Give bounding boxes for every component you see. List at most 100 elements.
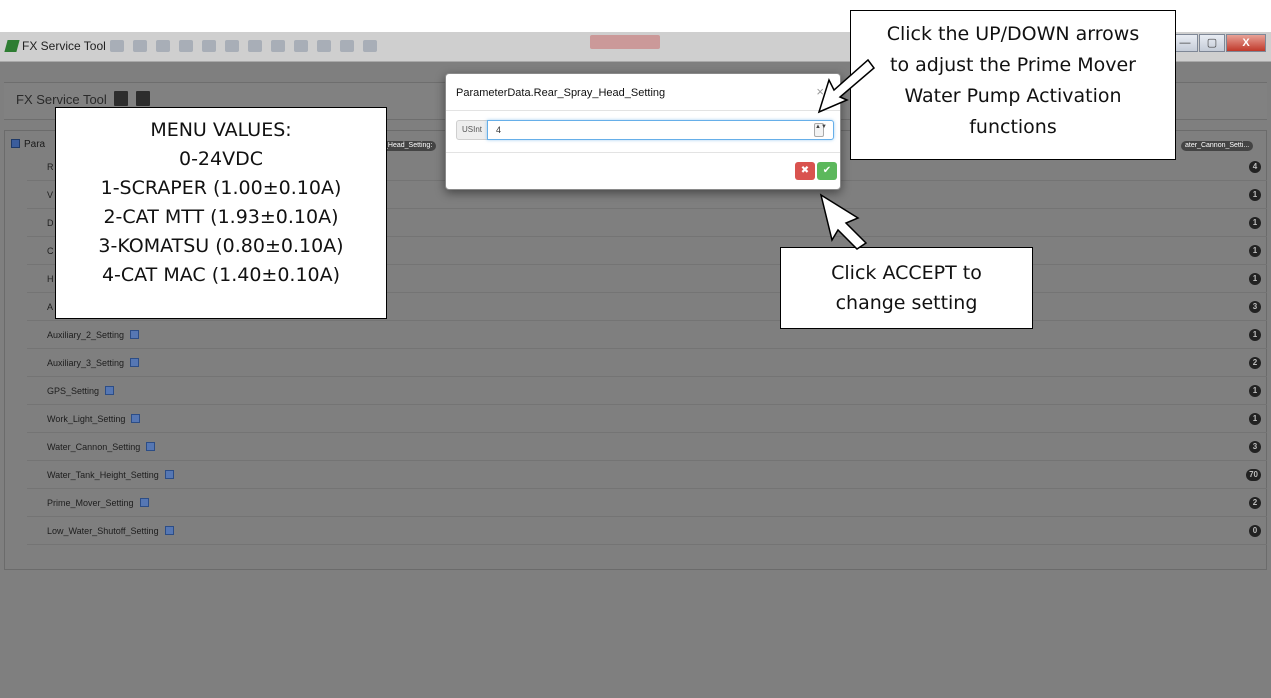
value-badge: 1: [1249, 329, 1261, 341]
parameter-label-group: Work_Light_Setting: [47, 414, 141, 424]
edit-icon[interactable]: [105, 386, 115, 395]
callout-line: 0-24VDC: [178, 148, 263, 170]
dropdown-icon[interactable]: [363, 40, 377, 52]
value-badge: 1: [1249, 189, 1261, 201]
table-icon[interactable]: [248, 40, 262, 52]
callout-line: 2-CAT MTT (1.93±0.10A): [103, 206, 339, 228]
save-icon[interactable]: [110, 40, 124, 52]
callout-line: Water Pump Activation: [904, 85, 1122, 107]
cancel-button[interactable]: ✖: [795, 162, 815, 180]
parameter-label: R: [47, 162, 54, 172]
table-row[interactable]: Low_Water_Shutoff_Setting 0: [27, 517, 1267, 545]
callout-line: Click the UP/DOWN arrows: [886, 23, 1140, 45]
value-badge: 4: [1249, 161, 1261, 173]
print-icon[interactable]: [156, 40, 170, 52]
edit-parameter-dialog: ParameterData.Rear_Spray_Head_Setting × …: [445, 73, 841, 190]
callout-line: to adjust the Prime Mover: [890, 54, 1136, 76]
column-chip: ater_Cannon_Setti...: [1181, 141, 1254, 151]
edit-icon[interactable]: [164, 526, 174, 535]
value-badge: 70: [1246, 469, 1261, 481]
parameter-label-group: Auxiliary_3_Setting: [47, 358, 140, 368]
callout-line: 1-SCRAPER (1.00±0.10A): [100, 177, 342, 199]
column-chip: _Head_Setting:: [380, 141, 437, 151]
parameter-label: H: [47, 274, 54, 284]
parameter-label-group: Low_Water_Shutoff_Setting: [47, 526, 174, 536]
text-icon[interactable]: [317, 40, 331, 52]
undo-icon[interactable]: [179, 40, 193, 52]
parameter-group-header[interactable]: Para: [11, 139, 45, 150]
redo-icon[interactable]: [202, 40, 216, 52]
type-label: USInt: [456, 120, 488, 140]
dialog-close-button[interactable]: ×: [816, 84, 824, 99]
parameter-label: A: [47, 302, 54, 312]
edit-icon[interactable]: [131, 414, 141, 423]
value-badge: 1: [1249, 217, 1261, 229]
parameter-label-group: Water_Cannon_Setting: [47, 442, 156, 452]
value-badge: 0: [1249, 525, 1261, 537]
value-badge: 1: [1249, 273, 1261, 285]
maximize-button[interactable]: ▢: [1199, 34, 1225, 52]
table-row[interactable]: Work_Light_Setting 1: [27, 405, 1267, 433]
parameter-label: C: [47, 246, 54, 256]
parameter-label: Prime_Mover_Setting: [47, 498, 134, 508]
table-row[interactable]: Auxiliary_2_Setting 1: [27, 321, 1267, 349]
group-label: Para: [24, 139, 46, 150]
parameter-label: Low_Water_Shutoff_Setting: [47, 526, 159, 536]
edit-icon[interactable]: [146, 442, 156, 451]
app-header-title: FX Service Tool: [16, 92, 107, 107]
divider: [446, 152, 840, 153]
callout-line: functions: [969, 116, 1057, 138]
chart-icon[interactable]: [271, 40, 285, 52]
export-icon[interactable]: [136, 91, 150, 106]
ribbon-tab-highlight[interactable]: [590, 35, 660, 49]
image-icon[interactable]: [225, 40, 239, 52]
table-row[interactable]: Prime_Mover_Setting 2: [27, 489, 1267, 517]
link-icon[interactable]: [294, 40, 308, 52]
collapse-icon[interactable]: [11, 139, 20, 148]
callout-line: Click ACCEPT to: [831, 262, 982, 284]
parameter-label: Water_Tank_Height_Setting: [47, 470, 159, 480]
value-badge: 2: [1249, 357, 1261, 369]
callout-line: 4-CAT MAC (1.40±0.10A): [101, 264, 341, 286]
parameter-label: Auxiliary_2_Setting: [47, 330, 125, 340]
parameter-label-group: Water_Tank_Height_Setting: [47, 470, 174, 480]
updown-callout: Click the UP/DOWN arrows to adjust the P…: [850, 10, 1176, 160]
parameter-label: V: [47, 190, 54, 200]
table-row[interactable]: Auxiliary_3_Setting 2: [27, 349, 1267, 377]
shape-icon[interactable]: [340, 40, 354, 52]
save-icon[interactable]: [114, 91, 128, 106]
parameter-label: D: [47, 218, 54, 228]
value-input[interactable]: [487, 120, 834, 140]
callout-line: MENU VALUES:: [150, 119, 292, 141]
accept-button[interactable]: ✔: [817, 162, 837, 180]
edit-icon[interactable]: [130, 358, 140, 367]
parameter-label-group: Auxiliary_2_Setting: [47, 330, 140, 340]
parameter-label: Work_Light_Setting: [47, 414, 126, 424]
edit-icon[interactable]: [139, 498, 149, 507]
parameter-label: Water_Cannon_Setting: [47, 442, 141, 452]
up-down-spinner[interactable]: ▲▼: [814, 123, 827, 137]
edit-icon[interactable]: [164, 470, 174, 479]
callout-line: 3-KOMATSU (0.80±0.10A): [98, 235, 344, 257]
table-row[interactable]: Water_Cannon_Setting 3: [27, 433, 1267, 461]
parameter-label: GPS_Setting: [47, 386, 100, 396]
value-badge: 3: [1249, 301, 1261, 313]
menu-values-callout: MENU VALUES: 0-24VDC 1-SCRAPER (1.00±0.1…: [55, 107, 387, 319]
table-row[interactable]: Water_Tank_Height_Setting 70: [27, 461, 1267, 489]
open-icon[interactable]: [133, 40, 147, 52]
value-badge: 1: [1249, 413, 1261, 425]
value-badge: 1: [1249, 385, 1261, 397]
accept-callout: Click ACCEPT to change setting: [780, 247, 1033, 329]
window-controls: — ▢ X: [1172, 34, 1266, 52]
dialog-title: ParameterData.Rear_Spray_Head_Setting: [456, 87, 666, 99]
close-button[interactable]: X: [1226, 34, 1266, 52]
app-logo-icon: [4, 40, 20, 52]
parameter-label-group: Prime_Mover_Setting: [47, 498, 149, 508]
parameter-label-group: GPS_Setting: [47, 386, 115, 396]
table-row[interactable]: GPS_Setting 1: [27, 377, 1267, 405]
window-title: FX Service Tool: [22, 39, 106, 53]
parameter-label: Auxiliary_3_Setting: [47, 358, 125, 368]
value-badge: 2: [1249, 497, 1261, 509]
edit-icon[interactable]: [130, 330, 140, 339]
quick-access-toolbar: [110, 39, 490, 53]
